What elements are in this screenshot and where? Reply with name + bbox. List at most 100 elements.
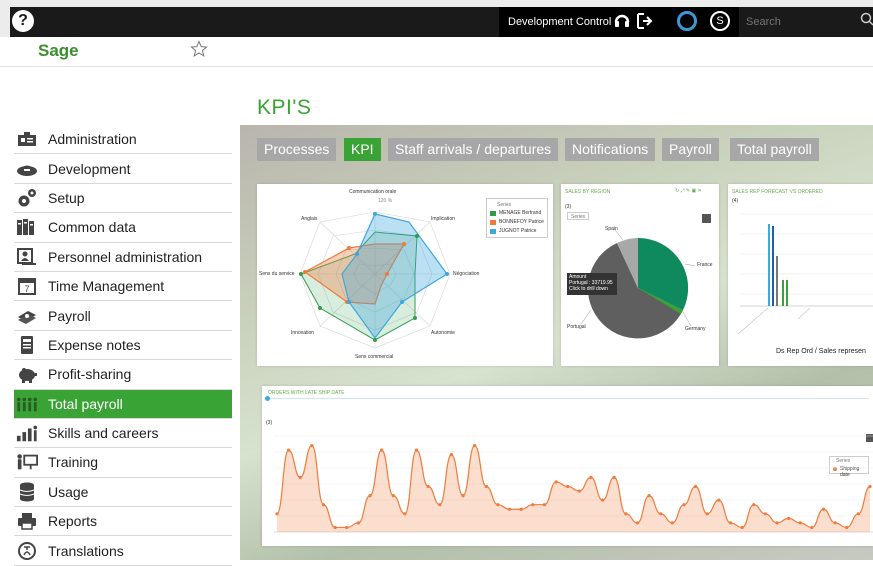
books-icon	[16, 217, 38, 237]
search-input[interactable]	[740, 11, 858, 33]
series-point	[578, 489, 581, 492]
series-point	[496, 503, 499, 506]
radar-axis-label: Implication	[431, 216, 455, 222]
sidebar-item-setup[interactable]: Setup	[14, 184, 232, 213]
series-point	[450, 453, 453, 456]
series-point	[438, 503, 441, 506]
people-icon	[16, 394, 38, 414]
sidebar-item-label: Profit-sharing	[48, 366, 131, 382]
sidebar-item-profit-sharing[interactable]: Profit-sharing	[14, 360, 232, 389]
sidebar-item-label: Expense notes	[48, 337, 141, 353]
search-icon[interactable]	[860, 12, 873, 26]
sidebar-item-label: Time Management	[48, 278, 164, 294]
series-point	[275, 512, 278, 515]
pie-chart-widget: SALES BY REGION ↻ ⤢ ✎ ▣ ✕ (3) Series Spa…	[561, 184, 719, 366]
calendar-icon: 7	[16, 276, 38, 296]
help-icon[interactable]: ?	[12, 10, 34, 32]
radar-legend: Series MENAGE Bertrand BONNEFOY Patrice …	[486, 198, 548, 238]
series-point	[868, 485, 871, 488]
tab-kpi[interactable]: KPI	[344, 138, 381, 161]
sidebar-item-usage[interactable]: Usage	[14, 478, 232, 507]
legend-entry[interactable]: MENAGE Bertrand	[499, 210, 541, 216]
series-point	[694, 485, 697, 488]
pie-slice-label: Germany	[685, 326, 706, 332]
sidebar-item-label: Common data	[48, 219, 136, 235]
tab-notifications[interactable]: Notifications	[565, 138, 655, 161]
sidebar-item-label: Personnel administration	[48, 249, 202, 265]
chart-caption: Ds Rep Ord / Sales represen	[776, 348, 866, 355]
series-point	[508, 508, 511, 511]
sidebar-item-administration[interactable]: Administration	[14, 125, 232, 154]
series-point	[461, 494, 464, 497]
series-point	[601, 499, 604, 502]
series-point	[613, 476, 616, 479]
pie-slice-label: Portugal	[567, 324, 586, 330]
series-point	[682, 503, 685, 506]
legend-title: Series	[497, 202, 511, 208]
series-point	[357, 521, 360, 524]
sidebar-item-translations[interactable]: Translations	[14, 536, 232, 565]
settings-circle-icon[interactable]: S	[710, 11, 730, 31]
sidebar-item-time-management[interactable]: 7 Time Management	[14, 272, 232, 301]
sidebar-item-training[interactable]: Training	[14, 448, 232, 477]
series-point	[566, 485, 569, 488]
radar-scale-label: 120 %	[378, 198, 392, 204]
sidebar-item-label: Payroll	[48, 308, 91, 324]
sidebar-item-label: Translations	[48, 543, 124, 559]
tooltip-line: Click to drill down	[569, 286, 608, 292]
logout-icon[interactable]	[635, 12, 653, 30]
piggy-bank-icon	[16, 364, 38, 384]
series-point	[764, 512, 767, 515]
development-icon	[16, 159, 38, 179]
series-point	[299, 476, 302, 479]
series-point	[671, 521, 674, 524]
line-chart	[262, 386, 873, 546]
sidebar-item-personnel-administration[interactable]: Personnel administration	[14, 243, 232, 272]
series-point	[543, 503, 546, 506]
headset-icon[interactable]	[613, 12, 631, 30]
sidebar-item-expense-notes[interactable]: Expense notes	[14, 331, 232, 360]
legend-entry[interactable]: JUGNOT Patrice	[499, 228, 536, 234]
series-point	[554, 480, 557, 483]
series-point	[647, 494, 650, 497]
page-title: KPI'S	[257, 96, 311, 120]
sidebar-item-total-payroll[interactable]: Total payroll	[14, 390, 232, 419]
pie-tooltip: Amount Portugal : 33719.95 Click to dril…	[567, 273, 617, 295]
tab-staff-arrivals-departures[interactable]: Staff arrivals / departures	[388, 138, 558, 161]
series-point	[589, 476, 592, 479]
series-point	[345, 526, 348, 529]
receipt-icon	[16, 335, 38, 355]
series-point	[287, 449, 290, 452]
series-point	[787, 517, 790, 520]
database-icon	[16, 482, 38, 502]
favorite-star-icon[interactable]	[190, 40, 208, 58]
series-point	[392, 494, 395, 497]
series-point	[403, 512, 406, 515]
brand-logo[interactable]: Sage	[38, 41, 79, 61]
pie-slice-label: France	[697, 262, 713, 268]
status-icon[interactable]	[677, 11, 697, 31]
sidebar-item-skills-and-careers[interactable]: Skills and careers	[14, 419, 232, 448]
tab-processes[interactable]: Processes	[257, 138, 336, 161]
series-point	[624, 512, 627, 515]
series-point	[834, 521, 837, 524]
printer-icon	[16, 511, 38, 531]
sidebar-item-reports[interactable]: Reports	[14, 507, 232, 536]
training-icon	[16, 452, 38, 472]
radar-axis-label: Autonomie	[431, 330, 455, 336]
radar-axis-label: Innovation	[291, 330, 314, 336]
radar-chart-widget: Communication orale Implication Négociat…	[257, 184, 553, 366]
radar-axis-label: Négociation	[453, 271, 479, 277]
series-point	[752, 503, 755, 506]
series-point	[334, 526, 337, 529]
series-point	[706, 512, 709, 515]
sidebar-item-common-data[interactable]: Common data	[14, 213, 232, 242]
sidebar-item-development[interactable]: Development	[14, 154, 232, 183]
legend-entry[interactable]: BONNEFOY Patrice	[499, 219, 544, 225]
sidebar-item-payroll[interactable]: Payroll	[14, 301, 232, 330]
tab-payroll[interactable]: Payroll	[662, 138, 719, 161]
pie-slice-label: Spain	[605, 226, 618, 232]
series-point	[636, 521, 639, 524]
series-point	[380, 449, 383, 452]
tab-total-payroll[interactable]: Total payroll	[730, 138, 819, 161]
